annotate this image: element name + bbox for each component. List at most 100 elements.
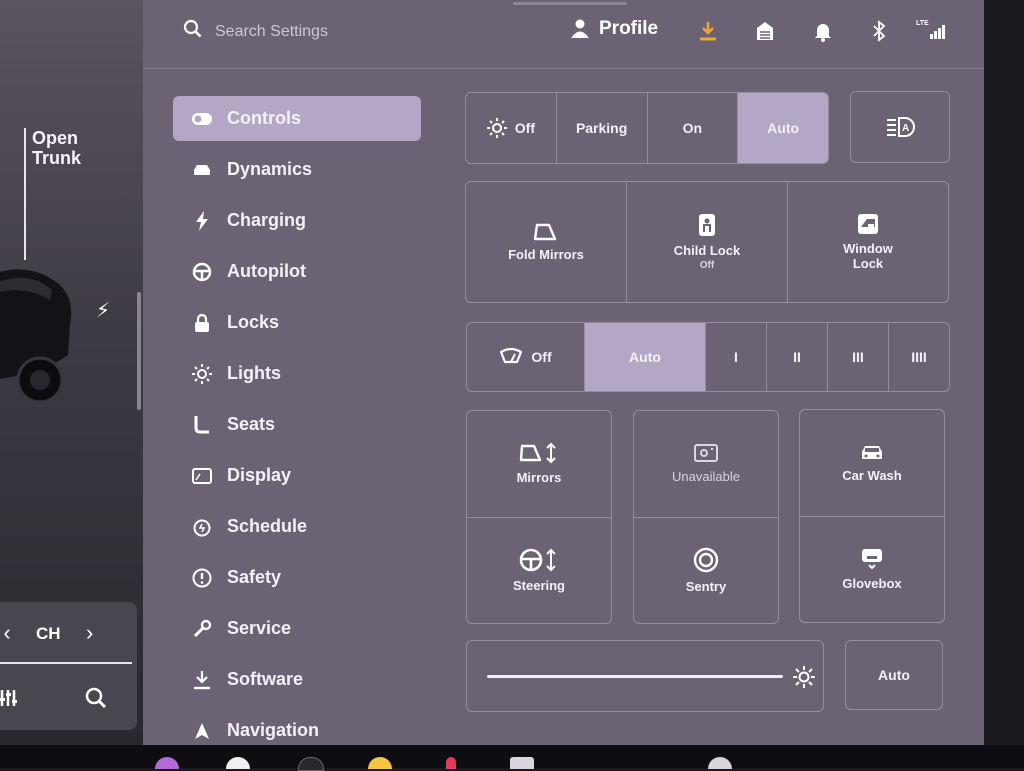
tile-label: Mirrors xyxy=(516,470,562,486)
option-label: I xyxy=(734,349,738,365)
option-label: IIII xyxy=(911,349,927,365)
camera-sentry-group: Unavailable Sentry xyxy=(633,410,779,624)
car-wash-icon xyxy=(862,446,882,460)
option-label: III xyxy=(852,349,864,365)
steering-adjust-button[interactable]: Steering xyxy=(467,518,611,624)
brightness-track[interactable] xyxy=(487,675,783,678)
auto-high-beam-button[interactable]: A xyxy=(850,91,950,163)
glovebox-button[interactable]: Glovebox xyxy=(800,517,944,623)
option-label: Auto xyxy=(629,349,661,365)
wash-glovebox-group: Car Wash Glovebox xyxy=(799,409,945,623)
mirrors-steering-group: Mirrors Steering xyxy=(466,410,612,624)
option-label: On xyxy=(682,120,703,136)
nav-label: Software xyxy=(227,669,304,689)
display-brightness-slider[interactable] xyxy=(466,640,824,712)
wiper-icon xyxy=(500,348,523,364)
brightness-auto-button[interactable]: Auto xyxy=(845,640,943,710)
tile-label: Car Wash xyxy=(842,468,902,484)
nav-label: Controls xyxy=(227,108,301,128)
mirrors-adjust-button[interactable]: Mirrors xyxy=(467,411,611,518)
garage-icon[interactable] xyxy=(755,20,775,42)
open-trunk-button[interactable]: Open Trunk xyxy=(32,128,102,168)
wiper-off-option[interactable]: Off xyxy=(467,323,585,391)
headlight-off-option[interactable]: Off xyxy=(466,93,557,163)
dock-app-icon[interactable] xyxy=(510,757,534,769)
headlight-parking-option[interactable]: Parking xyxy=(557,93,648,163)
nav-label: Lights xyxy=(227,363,281,383)
nav-item-controls[interactable]: Controls xyxy=(173,96,421,141)
headlight-on-option[interactable]: On xyxy=(648,93,739,163)
nav-label: Navigation xyxy=(227,720,320,740)
child-lock-button[interactable]: Child Lock Off xyxy=(627,182,788,302)
channel-prev-button[interactable]: ‹ xyxy=(0,620,14,646)
equalizer-icon[interactable] xyxy=(0,686,24,710)
wiper-auto-option[interactable]: Auto xyxy=(585,323,706,391)
tile-label: Fold Mirrors xyxy=(508,246,584,262)
brightness-icon xyxy=(793,666,815,688)
channel-next-button[interactable]: › xyxy=(86,620,93,646)
window-lock-icon xyxy=(858,214,878,234)
top-bar: Profile LTE xyxy=(143,0,984,69)
bell-icon[interactable] xyxy=(813,20,833,42)
auto-high-beam-icon: A xyxy=(887,117,915,137)
mirror-adjust-icon xyxy=(519,442,556,464)
nav-item-seats[interactable]: Seats xyxy=(173,402,423,447)
profile-button[interactable]: Profile xyxy=(571,18,658,40)
car-wash-button[interactable]: Car Wash xyxy=(800,410,944,517)
sentry-icon xyxy=(693,547,719,572)
lock-icon xyxy=(191,312,213,334)
nav-label: Schedule xyxy=(227,516,308,536)
steering-adjust-icon xyxy=(519,548,556,572)
alarm-icon xyxy=(191,516,213,538)
steering-wheel-icon xyxy=(191,261,213,283)
nav-item-lights[interactable]: Lights xyxy=(173,351,423,396)
nav-label: Display xyxy=(227,465,292,485)
nav-item-autopilot[interactable]: Autopilot xyxy=(173,249,423,294)
trunk-indicator-line xyxy=(24,128,26,260)
nav-label: Dynamics xyxy=(227,159,313,179)
search-icon xyxy=(183,19,202,38)
wiper-speed-1-option[interactable]: I xyxy=(706,323,767,391)
wiper-speed-2-option[interactable]: II xyxy=(767,323,828,391)
nav-item-display[interactable]: Display xyxy=(173,453,423,498)
display-icon xyxy=(191,465,213,487)
nav-item-service[interactable]: Service xyxy=(173,606,423,651)
nav-label: Service xyxy=(227,618,292,638)
tile-label: Window Lock xyxy=(843,241,893,271)
window-lock-button[interactable]: Window Lock xyxy=(788,182,948,302)
car-render xyxy=(0,269,72,404)
wiper-speed-3-option[interactable]: III xyxy=(828,323,889,391)
auto-high-beam-tile[interactable]: A xyxy=(851,92,949,162)
child-lock-status: Off xyxy=(699,260,715,271)
fold-mirrors-button[interactable]: Fold Mirrors xyxy=(466,182,627,302)
option-label: Auto xyxy=(767,120,800,136)
option-label: Off xyxy=(514,120,535,136)
glovebox-icon xyxy=(862,548,882,570)
bolt-icon xyxy=(191,210,213,232)
navigation-icon xyxy=(191,720,213,742)
nav-item-safety[interactable]: Safety xyxy=(173,555,423,600)
settings-panel: Profile LTE Controls Dynamics xyxy=(143,0,984,745)
wiper-speed-4-option[interactable]: IIII xyxy=(889,323,949,391)
charge-port-icon[interactable]: ⚡ xyxy=(96,298,110,323)
dock-app-icon[interactable] xyxy=(446,757,456,769)
scrollbar[interactable] xyxy=(137,292,141,410)
download-icon[interactable] xyxy=(698,20,718,42)
bluetooth-icon[interactable] xyxy=(871,20,887,42)
media-controls xyxy=(0,602,137,730)
media-search-icon[interactable] xyxy=(84,686,108,710)
option-label: Parking xyxy=(575,120,628,136)
search-input[interactable] xyxy=(213,18,417,46)
nav-item-charging[interactable]: Charging xyxy=(173,198,423,243)
nav-item-software[interactable]: Software xyxy=(173,657,423,702)
download-icon xyxy=(191,669,213,691)
car-icon xyxy=(191,159,213,181)
camera-icon xyxy=(694,444,718,463)
headlight-auto-option[interactable]: Auto xyxy=(738,93,828,163)
nav-item-locks[interactable]: Locks xyxy=(173,300,423,345)
sentry-button[interactable]: Sentry xyxy=(634,518,778,624)
button-label: Auto xyxy=(878,667,910,683)
nav-item-dynamics[interactable]: Dynamics xyxy=(173,147,423,192)
toggle-icon xyxy=(191,108,213,130)
nav-item-schedule[interactable]: Schedule xyxy=(173,504,423,549)
